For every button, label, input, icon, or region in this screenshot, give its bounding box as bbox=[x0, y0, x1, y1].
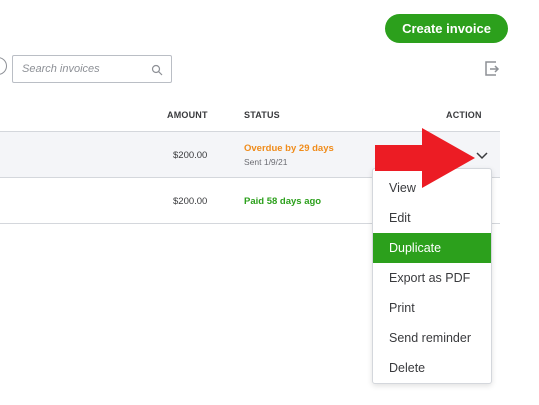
partial-circle-control[interactable] bbox=[0, 57, 7, 75]
menu-item-send-reminder[interactable]: Send reminder bbox=[373, 323, 491, 353]
search-box[interactable] bbox=[12, 55, 172, 83]
search-input[interactable] bbox=[13, 56, 145, 82]
menu-item-edit[interactable]: Edit bbox=[373, 203, 491, 233]
invoice-amount: $200.00 bbox=[173, 150, 208, 161]
invoice-action-menu: View Edit Duplicate Export as PDF Print … bbox=[372, 168, 492, 384]
invoice-amount: $200.00 bbox=[173, 196, 208, 207]
column-header-status: STATUS bbox=[244, 110, 280, 120]
chevron-down-icon[interactable] bbox=[476, 152, 488, 160]
export-icon[interactable] bbox=[483, 60, 500, 77]
invoice-status: Overdue by 29 days bbox=[244, 143, 334, 154]
invoice-status: Paid 58 days ago bbox=[244, 196, 322, 207]
menu-item-delete[interactable]: Delete bbox=[373, 353, 491, 383]
invoice-table-header: AMOUNT STATUS ACTION bbox=[0, 104, 500, 132]
menu-item-view[interactable]: View bbox=[373, 173, 491, 203]
invoice-list-page: Create invoice AMOUNT STATUS ACTION $200… bbox=[0, 0, 539, 405]
invoice-sent-date: Sent 1/9/21 bbox=[244, 157, 288, 167]
column-header-action: ACTION bbox=[446, 110, 482, 120]
column-header-amount: AMOUNT bbox=[167, 110, 208, 120]
menu-item-duplicate[interactable]: Duplicate bbox=[373, 233, 491, 263]
menu-item-export-as-pdf[interactable]: Export as PDF bbox=[373, 263, 491, 293]
create-invoice-button[interactable]: Create invoice bbox=[385, 14, 508, 43]
search-icon bbox=[151, 64, 163, 76]
menu-item-print[interactable]: Print bbox=[373, 293, 491, 323]
